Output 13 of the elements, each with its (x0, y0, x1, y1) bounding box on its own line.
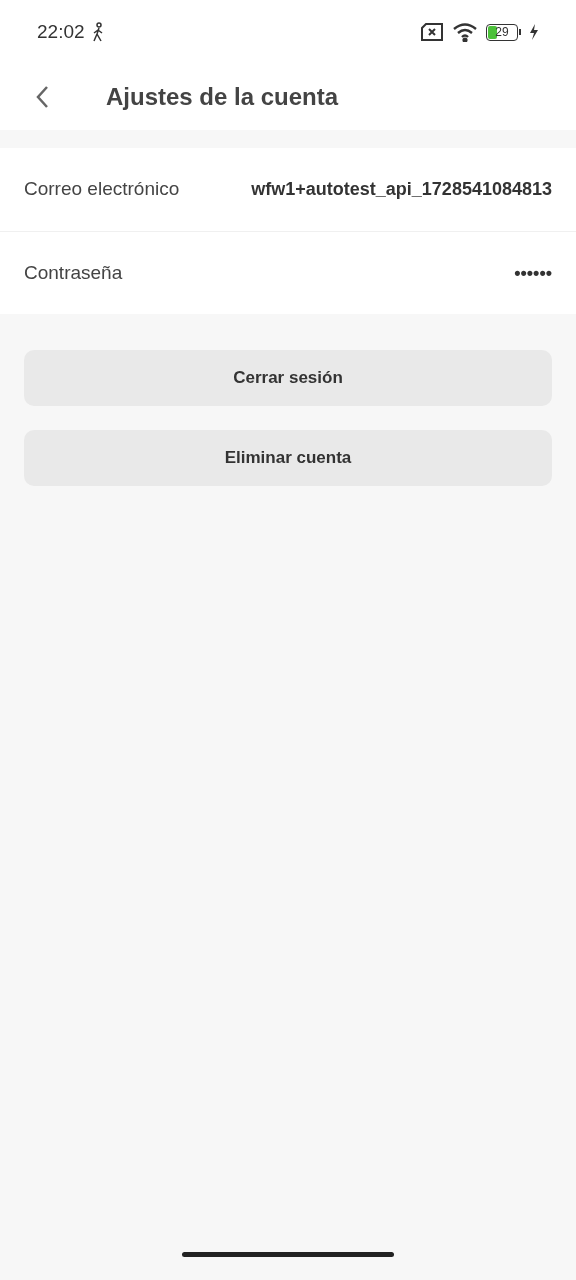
field-value: wfw1+autotest_api_1728541084813 (251, 178, 552, 201)
status-time: 22:02 (37, 19, 85, 44)
action-button[interactable]: Eliminar cuenta (24, 430, 552, 486)
field-value: •••••• (514, 261, 552, 285)
field-label: Correo electrónico (24, 177, 180, 202)
wifi-icon (452, 22, 478, 42)
field-label: Contraseña (24, 260, 123, 285)
back-icon (35, 85, 49, 109)
walking-person-icon (90, 22, 105, 42)
action-button[interactable]: Cerrar sesión (24, 350, 552, 406)
page-title: Ajustes de la cuenta (106, 82, 339, 112)
charging-bolt-icon (529, 24, 539, 40)
no-sim-icon (420, 23, 444, 41)
